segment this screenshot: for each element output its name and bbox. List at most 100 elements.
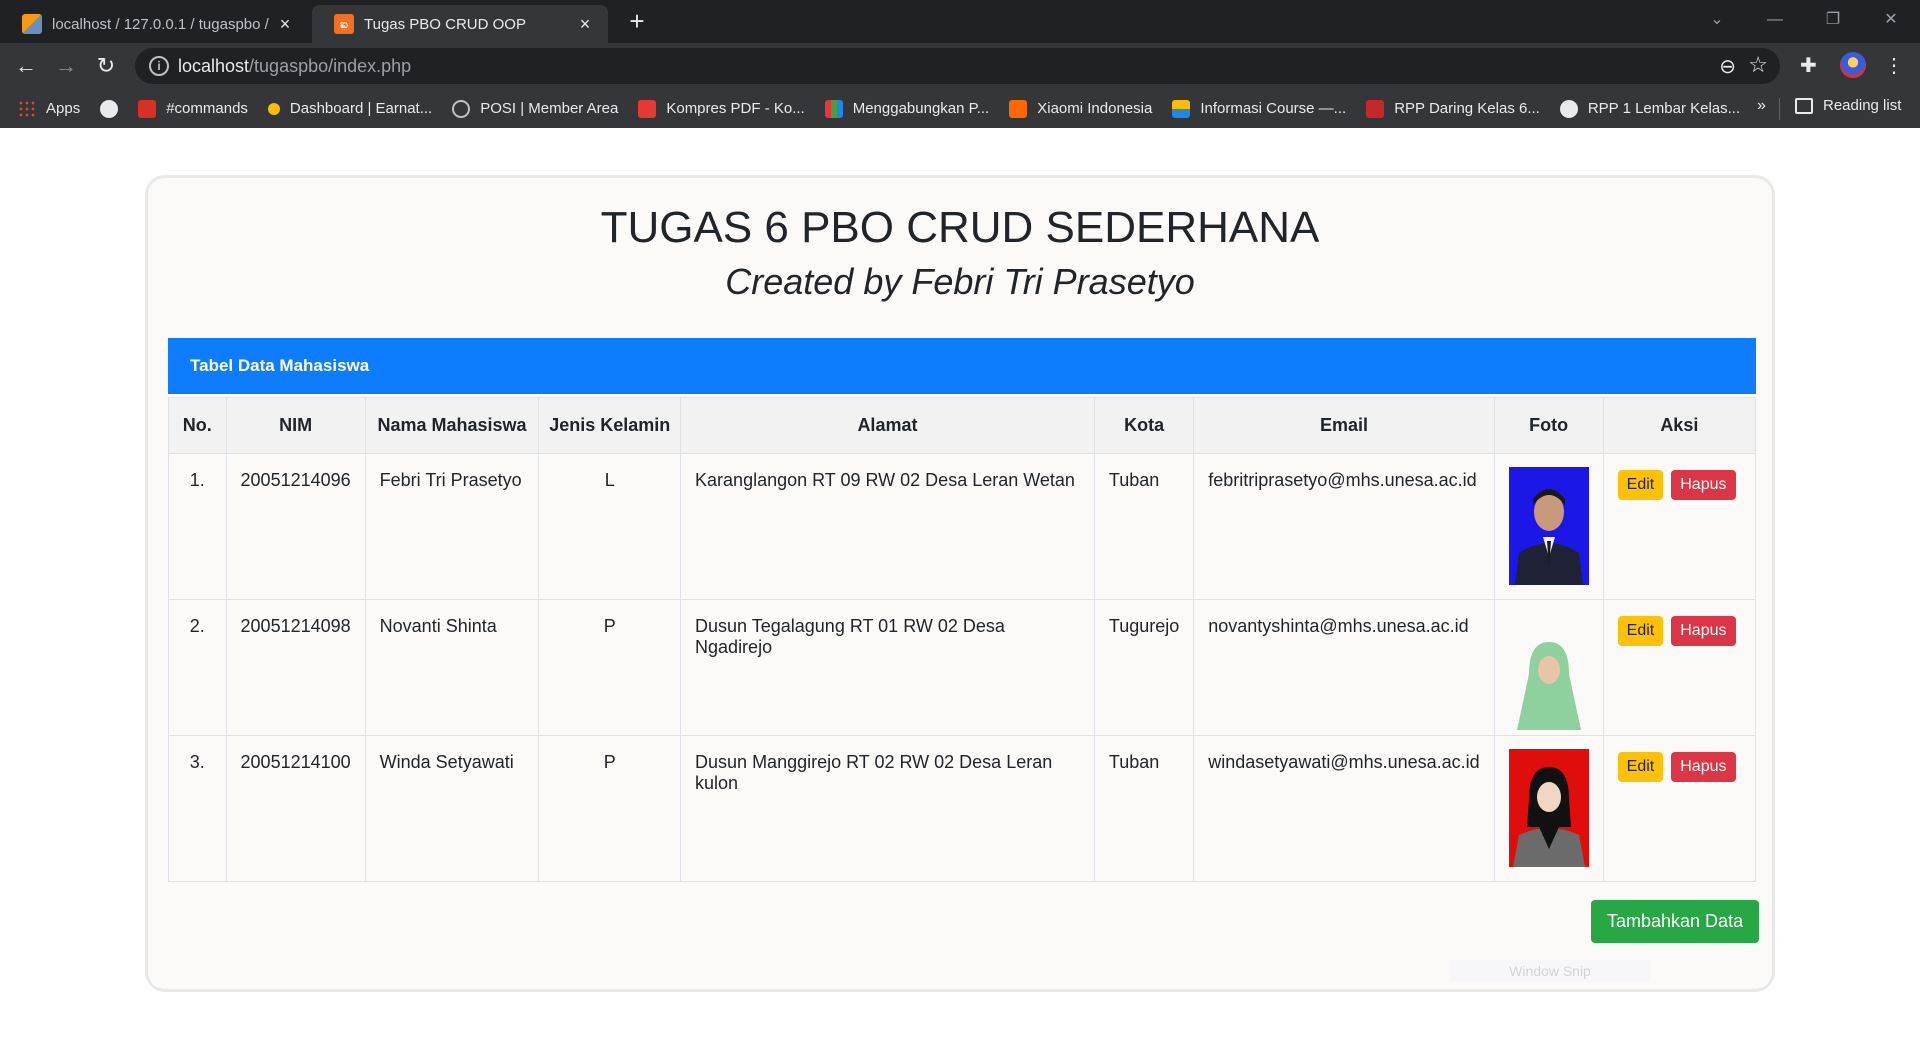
col-header: Kota bbox=[1093, 397, 1195, 454]
cell-nama: Febri Tri Prasetyo bbox=[364, 453, 540, 600]
cell-foto bbox=[1493, 735, 1604, 882]
tab-search-icon[interactable]: ⌄ bbox=[1688, 0, 1746, 43]
tab-title: Tugas PBO CRUD OOP bbox=[364, 15, 526, 33]
bookmark-dashboard[interactable]: Dashboard | Earnat... bbox=[267, 100, 432, 117]
col-header: Jenis Kelamin bbox=[538, 397, 682, 454]
window-snip-overlay: Window Snip bbox=[1450, 960, 1650, 982]
reading-list-button[interactable]: Reading list bbox=[1795, 97, 1901, 114]
bookmark-star-icon[interactable]: ☆ bbox=[1748, 52, 1768, 78]
tab-phpmyadmin[interactable]: localhost / 127.0.0.1 / tugaspbo / × bbox=[0, 5, 308, 43]
cell-nama: Winda Setyawati bbox=[364, 735, 540, 882]
reload-icon[interactable]: ↻ bbox=[92, 52, 120, 80]
delete-button[interactable]: Hapus bbox=[1671, 616, 1736, 646]
close-window-button[interactable]: ✕ bbox=[1862, 0, 1920, 43]
table-row: 1. 20051214096 Febri Tri Prasetyo L Kara… bbox=[168, 453, 1757, 600]
cell-aksi: Edit Hapus bbox=[1602, 453, 1757, 600]
cell-nim: 20051214096 bbox=[225, 453, 366, 600]
cell-kota: Tuban bbox=[1093, 735, 1195, 882]
cell-email: windasetyawati@mhs.unesa.ac.id bbox=[1193, 735, 1495, 882]
edit-button[interactable]: Edit bbox=[1617, 752, 1664, 782]
col-header: NIM bbox=[225, 397, 366, 454]
bookmark-xiaomi[interactable]: Xiaomi Indonesia bbox=[1009, 99, 1152, 118]
menu-icon[interactable]: ⋮ bbox=[1884, 53, 1904, 78]
cell-email: febritriprasetyo@mhs.unesa.ac.id bbox=[1193, 453, 1495, 600]
bookmark-apps[interactable]: Apps bbox=[18, 99, 80, 118]
page-title: TUGAS 6 PBO CRUD SEDERHANA bbox=[600, 203, 1320, 252]
bookmarks-divider bbox=[1779, 98, 1780, 120]
tab-tugas-pbo[interactable]: ಐ Tugas PBO CRUD OOP × bbox=[312, 5, 608, 43]
bookmark-menggabungkan[interactable]: Menggabungkan P... bbox=[824, 99, 989, 118]
extensions-icon[interactable]: ✚ bbox=[1800, 53, 1817, 78]
cell-alamat: Dusun Manggirejo RT 02 RW 02 Desa Leran … bbox=[680, 735, 1095, 882]
apps-grid-icon bbox=[18, 99, 36, 118]
cell-email: novantyshinta@mhs.unesa.ac.id bbox=[1193, 599, 1495, 736]
bookmark-kompres-pdf[interactable]: Kompres PDF - Ko... bbox=[638, 99, 805, 118]
colorful-grid-icon bbox=[824, 99, 843, 118]
earnat-icon bbox=[267, 102, 280, 115]
restore-button[interactable]: ❐ bbox=[1804, 0, 1862, 43]
student-table: No. NIM Nama Mahasiswa Jenis Kelamin Ala… bbox=[168, 397, 1757, 882]
browser-toolbar: ← → ↻ i localhost/tugaspbo/index.php ⊖ ☆… bbox=[0, 43, 1920, 89]
cell-aksi: Edit Hapus bbox=[1602, 735, 1757, 882]
tab-strip: localhost / 127.0.0.1 / tugaspbo / × ಐ T… bbox=[0, 0, 1920, 43]
course-icon bbox=[1172, 99, 1191, 118]
delete-button[interactable]: Hapus bbox=[1671, 752, 1736, 782]
bookmark-rpp-lembar[interactable]: RPP 1 Lembar Kelas... bbox=[1559, 99, 1740, 118]
page-subtitle: Created by Febri Tri Prasetyo bbox=[725, 261, 1195, 302]
bookmark-rpp-daring[interactable]: RPP Daring Kelas 6... bbox=[1366, 99, 1540, 118]
close-tab-icon[interactable]: × bbox=[276, 14, 294, 35]
cell-nim: 20051214100 bbox=[225, 735, 366, 882]
site-info-icon[interactable]: i bbox=[149, 56, 169, 76]
bookmark-commands[interactable]: #commands bbox=[138, 99, 248, 118]
bookmarks-bar: Apps #commands Dashboard | Earnat... POS… bbox=[0, 89, 1920, 128]
cell-jenis-kelamin: P bbox=[538, 735, 682, 882]
student-photo bbox=[1508, 467, 1589, 585]
bookmark-informasi-course[interactable]: Informasi Course —... bbox=[1172, 99, 1346, 118]
main-card: TUGAS 6 PBO CRUD SEDERHANA Created by Fe… bbox=[145, 175, 1775, 992]
cell-aksi: Edit Hapus bbox=[1602, 599, 1757, 736]
bookmark-globe[interactable] bbox=[100, 99, 119, 118]
xampp-icon: ಐ bbox=[334, 14, 354, 34]
xiaomi-icon bbox=[1009, 99, 1028, 118]
pdf-icon bbox=[638, 99, 657, 118]
close-tab-icon[interactable]: × bbox=[576, 14, 594, 35]
delete-button[interactable]: Hapus bbox=[1671, 470, 1736, 500]
cell-kota: Tugurejo bbox=[1093, 599, 1195, 736]
add-data-button[interactable]: Tambahkan Data bbox=[1591, 900, 1760, 943]
more-bookmarks-icon[interactable]: » bbox=[1757, 97, 1766, 115]
cell-no: 2. bbox=[168, 599, 227, 736]
edit-button[interactable]: Edit bbox=[1617, 470, 1664, 500]
cell-jenis-kelamin: L bbox=[538, 453, 682, 600]
cell-alamat: Karanglangon RT 09 RW 02 Desa Leran Weta… bbox=[680, 453, 1095, 600]
cell-kota: Tuban bbox=[1093, 453, 1195, 600]
zoom-icon[interactable]: ⊖ bbox=[1719, 54, 1736, 79]
avatar-icon bbox=[1559, 99, 1578, 118]
cell-alamat: Dusun Tegalagung RT 01 RW 02 Desa Ngadir… bbox=[680, 599, 1095, 736]
col-header: Aksi bbox=[1602, 397, 1757, 454]
col-header: No. bbox=[168, 397, 227, 454]
cell-foto bbox=[1493, 453, 1604, 600]
table-header-row: No. NIM Nama Mahasiswa Jenis Kelamin Ala… bbox=[168, 397, 1757, 454]
reading-list-icon bbox=[1795, 97, 1813, 114]
panel-heading: Tabel Data Mahasiswa bbox=[168, 338, 1756, 394]
back-icon[interactable]: ← bbox=[12, 52, 40, 80]
forward-icon[interactable]: → bbox=[52, 52, 80, 80]
globe-icon bbox=[100, 99, 119, 118]
posi-shield-icon bbox=[452, 99, 471, 118]
cell-foto bbox=[1493, 599, 1604, 736]
bookmark-posi[interactable]: POSI | Member Area bbox=[452, 99, 618, 118]
cell-nim: 20051214098 bbox=[225, 599, 366, 736]
student-photo bbox=[1508, 749, 1589, 867]
url-text: localhost/tugaspbo/index.php bbox=[178, 56, 412, 76]
edit-button[interactable]: Edit bbox=[1617, 616, 1664, 646]
student-photo bbox=[1508, 634, 1589, 730]
cell-no: 1. bbox=[168, 453, 227, 600]
profile-avatar[interactable] bbox=[1840, 52, 1866, 78]
new-tab-button[interactable]: + bbox=[622, 6, 652, 37]
col-header: Alamat bbox=[680, 397, 1095, 454]
minimize-button[interactable]: — bbox=[1746, 0, 1804, 43]
cell-no: 3. bbox=[168, 735, 227, 882]
tab-title: localhost / 127.0.0.1 / tugaspbo / bbox=[52, 15, 269, 33]
address-bar[interactable]: i localhost/tugaspbo/index.php ⊖ ☆ bbox=[135, 48, 1780, 84]
cell-nama: Novanti Shinta bbox=[364, 599, 540, 736]
